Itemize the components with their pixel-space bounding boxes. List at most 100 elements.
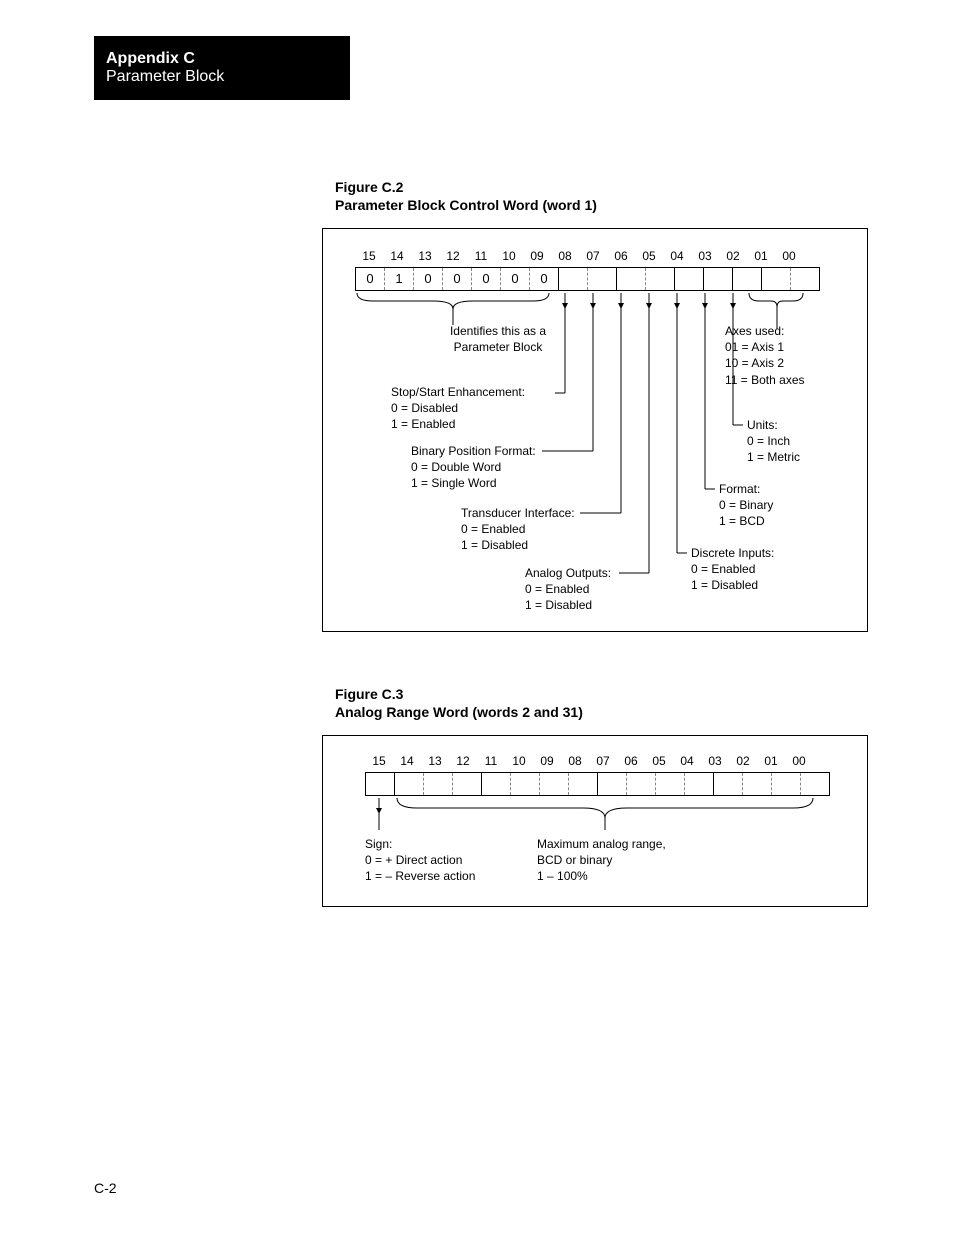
appendix-label: Appendix C bbox=[106, 50, 338, 68]
bit-label: 10 bbox=[495, 249, 523, 263]
document-page: Appendix C Parameter Block Figure C.2 Pa… bbox=[0, 0, 954, 1235]
bit-cell: 0 bbox=[501, 268, 530, 290]
bit-label: 08 bbox=[551, 249, 579, 263]
annot-line: Discrete Inputs: bbox=[691, 545, 774, 561]
annot-line: 0 = Inch bbox=[747, 433, 800, 449]
annot-line: 1 – 100% bbox=[537, 868, 666, 884]
bit-cell bbox=[743, 773, 772, 795]
annot-line: 0 = Binary bbox=[719, 497, 773, 513]
bit-label: 07 bbox=[589, 754, 617, 768]
bit-label: 14 bbox=[383, 249, 411, 263]
annot-line: 11 = Both axes bbox=[725, 372, 805, 388]
bit-label: 09 bbox=[533, 754, 561, 768]
figure-c3: 15 14 13 12 11 10 09 08 07 06 05 04 03 0… bbox=[322, 735, 868, 907]
annot-line: 0 = + Direct action bbox=[365, 852, 475, 868]
annot-sign: Sign: 0 = + Direct action 1 = – Reverse … bbox=[365, 836, 475, 885]
annot-line: BCD or binary bbox=[537, 852, 666, 868]
bit-label: 02 bbox=[719, 249, 747, 263]
bit-cell bbox=[714, 773, 743, 795]
annot-line: Stop/Start Enhancement: bbox=[391, 384, 525, 400]
bit-cell bbox=[569, 773, 598, 795]
bit-cell: 0 bbox=[530, 268, 559, 290]
bit-cell bbox=[733, 268, 762, 290]
annot-binary-pos: Binary Position Format: 0 = Double Word … bbox=[411, 443, 536, 492]
annot-line: 0 = Enabled bbox=[525, 581, 611, 597]
bit-value-row bbox=[365, 772, 830, 796]
page-number: C-2 bbox=[94, 1180, 117, 1196]
bit-label: 15 bbox=[365, 754, 393, 768]
annot-line: 1 = Metric bbox=[747, 449, 800, 465]
bit-label: 09 bbox=[523, 249, 551, 263]
bit-label: 14 bbox=[393, 754, 421, 768]
bit-label: 03 bbox=[701, 754, 729, 768]
bit-label: 00 bbox=[785, 754, 813, 768]
figure-c2-caption: Figure C.2 Parameter Block Control Word … bbox=[335, 178, 597, 214]
bit-label: 06 bbox=[617, 754, 645, 768]
bit-cell bbox=[482, 773, 511, 795]
bit-cell: 1 bbox=[385, 268, 414, 290]
annot-line: Axes used: bbox=[725, 323, 805, 339]
bit-label: 05 bbox=[645, 754, 673, 768]
annot-line: 1 = Enabled bbox=[391, 416, 525, 432]
annot-line: 1 = Disabled bbox=[461, 537, 575, 553]
bit-cell bbox=[559, 268, 588, 290]
bit-cell: 0 bbox=[472, 268, 501, 290]
annot-axes: Axes used: 01 = Axis 1 10 = Axis 2 11 = … bbox=[725, 323, 805, 388]
figure-c2-title: Parameter Block Control Word (word 1) bbox=[335, 196, 597, 214]
bit-label: 11 bbox=[467, 249, 495, 263]
page-header: Appendix C Parameter Block bbox=[94, 36, 350, 100]
bit-cell bbox=[772, 773, 801, 795]
annot-stopstart: Stop/Start Enhancement: 0 = Disabled 1 =… bbox=[391, 384, 525, 433]
annot-units: Units: 0 = Inch 1 = Metric bbox=[747, 417, 800, 466]
annot-line: Transducer Interface: bbox=[461, 505, 575, 521]
annot-line: Units: bbox=[747, 417, 800, 433]
bit-label: 05 bbox=[635, 249, 663, 263]
bit-cell bbox=[762, 268, 791, 290]
bit-cell: 0 bbox=[414, 268, 443, 290]
annot-identifies: Identifies this as a Parameter Block bbox=[438, 323, 558, 355]
bit-cell bbox=[598, 773, 627, 795]
bit-label: 00 bbox=[775, 249, 803, 263]
annot-line: 0 = Double Word bbox=[411, 459, 536, 475]
bit-label: 02 bbox=[729, 754, 757, 768]
figure-c3-title: Analog Range Word (words 2 and 31) bbox=[335, 703, 583, 721]
appendix-subtitle: Parameter Block bbox=[106, 68, 338, 86]
bit-label: 13 bbox=[411, 249, 439, 263]
bit-cell bbox=[617, 268, 646, 290]
bit-cell bbox=[366, 773, 395, 795]
annot-line: 0 = Disabled bbox=[391, 400, 525, 416]
bit-cell bbox=[453, 773, 482, 795]
bit-cell: 0 bbox=[443, 268, 472, 290]
bit-cell bbox=[685, 773, 714, 795]
figure-c2-number: Figure C.2 bbox=[335, 178, 597, 196]
bit-label: 15 bbox=[355, 249, 383, 263]
bit-cell bbox=[540, 773, 569, 795]
bit-cell bbox=[704, 268, 733, 290]
annot-line: Sign: bbox=[365, 836, 475, 852]
bit-cell bbox=[646, 268, 675, 290]
bit-label: 11 bbox=[477, 754, 505, 768]
bit-cell bbox=[675, 268, 704, 290]
bit-cell bbox=[395, 773, 424, 795]
figure-c2: 15 14 13 12 11 10 09 08 07 06 05 04 03 0… bbox=[322, 228, 868, 632]
annot-line: 1 = Disabled bbox=[691, 577, 774, 593]
annot-discrete: Discrete Inputs: 0 = Enabled 1 = Disable… bbox=[691, 545, 774, 594]
bit-cell bbox=[511, 773, 540, 795]
bit-label: 04 bbox=[663, 249, 691, 263]
bit-label: 03 bbox=[691, 249, 719, 263]
annot-line: Analog Outputs: bbox=[525, 565, 611, 581]
bit-label: 10 bbox=[505, 754, 533, 768]
bit-label: 01 bbox=[757, 754, 785, 768]
bit-label: 07 bbox=[579, 249, 607, 263]
annot-line: 1 = BCD bbox=[719, 513, 773, 529]
bit-label: 01 bbox=[747, 249, 775, 263]
annot-line: Format: bbox=[719, 481, 773, 497]
bit-header-row: 15 14 13 12 11 10 09 08 07 06 05 04 03 0… bbox=[365, 754, 813, 768]
annot-line: 0 = Enabled bbox=[461, 521, 575, 537]
figure-c3-number: Figure C.3 bbox=[335, 685, 583, 703]
bit-cell bbox=[656, 773, 685, 795]
annot-line: 10 = Axis 2 bbox=[725, 355, 805, 371]
annot-line: 1 = – Reverse action bbox=[365, 868, 475, 884]
annot-transducer: Transducer Interface: 0 = Enabled 1 = Di… bbox=[461, 505, 575, 554]
bit-value-row: 0 1 0 0 0 0 0 bbox=[355, 267, 820, 291]
